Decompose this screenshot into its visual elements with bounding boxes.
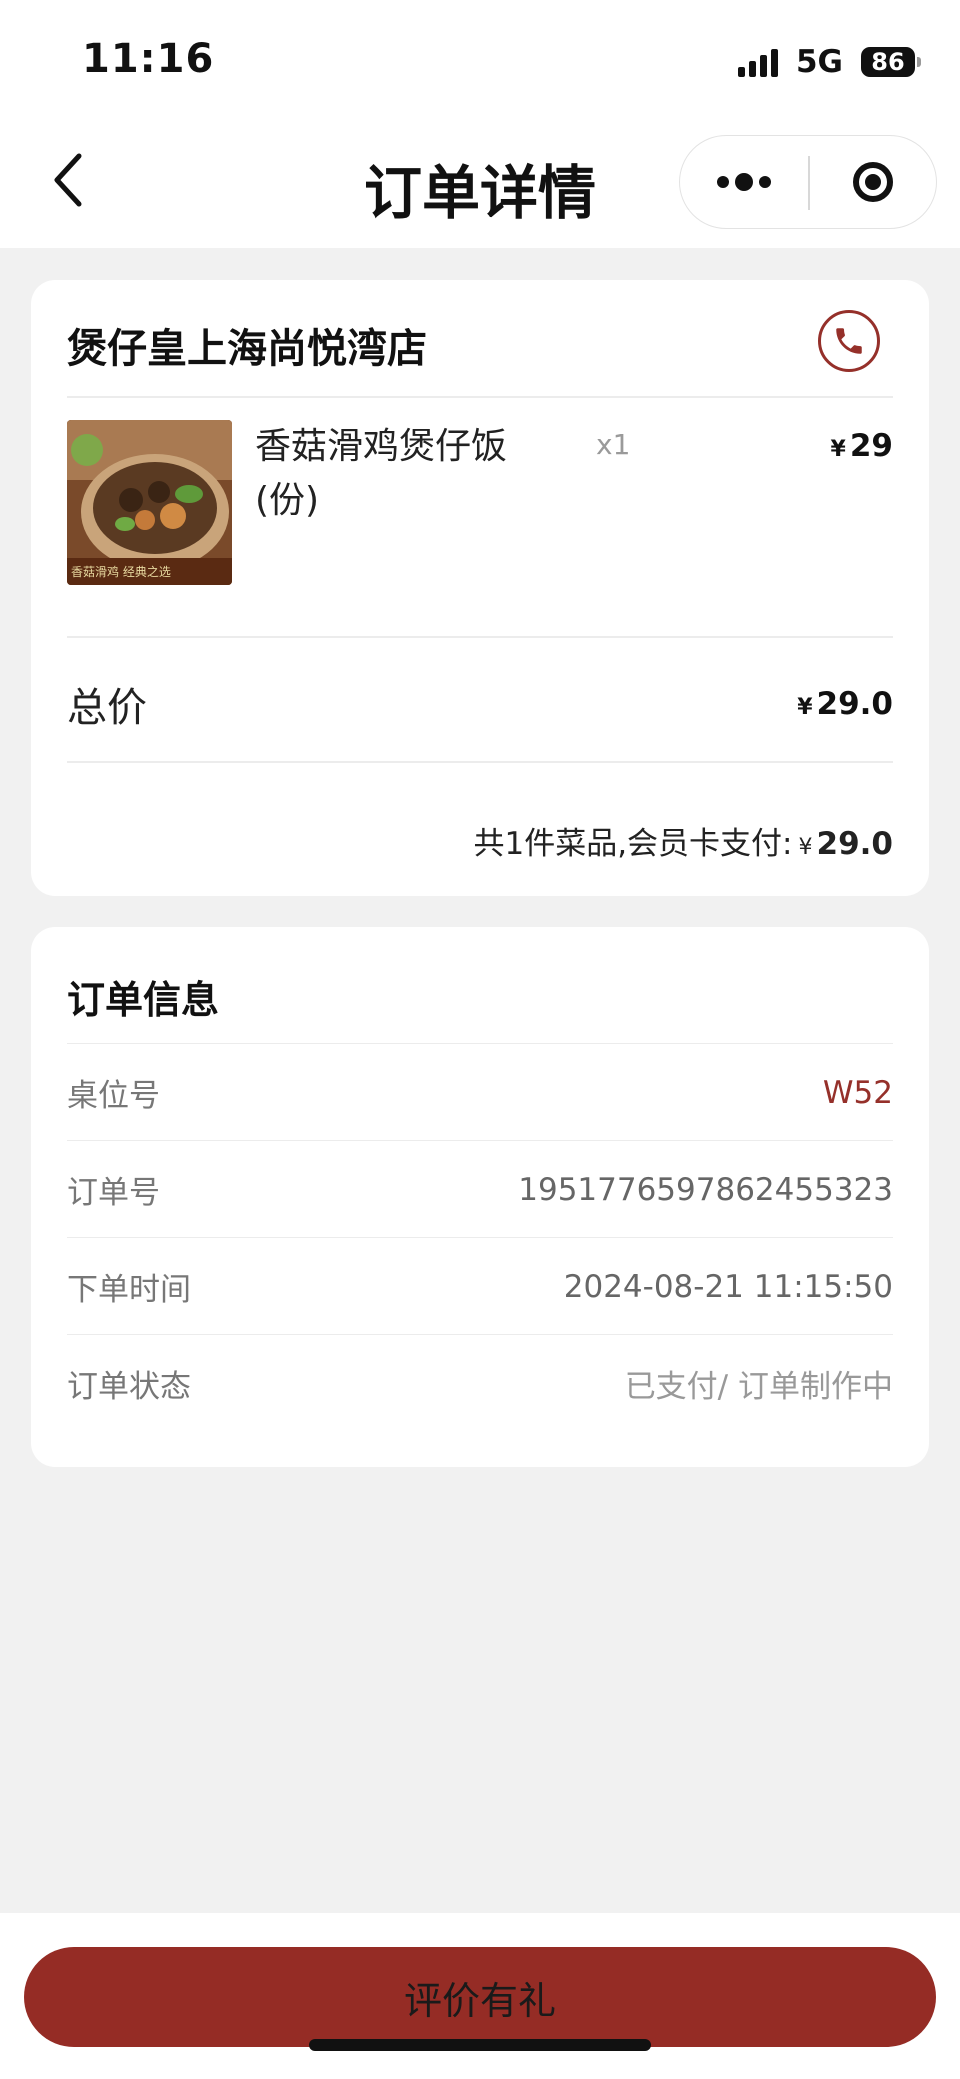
payment-summary: 共1件菜品,会员卡支付: ¥29.0: [473, 818, 893, 863]
status-bar: 11:16 5G 86: [0, 0, 960, 120]
order-time: 2024-08-21 11:15:50: [563, 1268, 893, 1305]
order-status: 已支付/ 订单制作中: [624, 1369, 893, 1405]
dish-price-value: 29: [849, 428, 893, 464]
info-label: 桌位号: [67, 1078, 160, 1114]
order-card: 煲仔皇上海尚悦湾店 香菇滑鸡 经典之选 香菇滑鸡煲仔饭(份) x1 ¥29 总价: [31, 280, 929, 896]
order-info-title: 订单信息: [67, 978, 220, 1022]
close-miniprogram-button[interactable]: [810, 136, 936, 228]
review-button[interactable]: 评价有礼: [24, 1947, 936, 2047]
more-dots-icon-right: [759, 176, 771, 188]
status-indicators: 5G 86: [737, 44, 921, 80]
mini-program-capsule: [679, 135, 937, 229]
call-store-button[interactable]: [818, 310, 880, 372]
bottom-bar: 评价有礼: [0, 1913, 960, 2079]
info-row-table: 桌位号 W52: [67, 1043, 893, 1141]
dish-image-caption: 香菇滑鸡 经典之选: [71, 564, 171, 579]
info-row-order-id: 订单号 1951776597862455323: [67, 1140, 893, 1238]
phone-icon: [836, 328, 862, 354]
info-label: 下单时间: [67, 1272, 191, 1308]
table-number: W52: [822, 1074, 893, 1111]
currency-symbol: ¥: [830, 437, 846, 462]
signal-icon: [737, 47, 778, 77]
total-label: 总价: [67, 685, 147, 731]
store-name: 煲仔皇上海尚悦湾店: [67, 326, 427, 372]
currency-symbol: ¥: [797, 695, 813, 720]
dish-photo: 香菇滑鸡 经典之选: [67, 420, 232, 585]
currency-symbol: ¥: [798, 835, 813, 860]
more-dots-icon: [717, 176, 729, 188]
dish-name: 香菇滑鸡煲仔饭(份): [255, 426, 508, 521]
nav-bar: 订单详情: [0, 120, 960, 248]
info-label: 订单号: [67, 1175, 160, 1211]
divider: [67, 396, 893, 398]
home-indicator[interactable]: [309, 2039, 651, 2051]
info-row-order-time: 下单时间 2024-08-21 11:15:50: [67, 1237, 893, 1335]
dish-image: 香菇滑鸡 经典之选: [67, 420, 232, 585]
order-number: 1951776597862455323: [518, 1171, 893, 1208]
more-button[interactable]: [680, 136, 808, 228]
info-label: 订单状态: [67, 1369, 191, 1405]
order-info-card: 订单信息 桌位号 W52 订单号 1951776597862455323 下单时…: [31, 927, 929, 1467]
status-time: 11:16: [82, 36, 215, 82]
more-dots-icon-center: [735, 173, 753, 191]
battery-icon: 86: [861, 47, 921, 77]
dish-quantity: x1: [596, 428, 631, 461]
network-label: 5G: [795, 44, 843, 80]
dish-price: ¥29: [831, 428, 893, 464]
target-circle-icon: [853, 162, 893, 202]
divider: [67, 636, 893, 638]
total-price-value: 29.0: [816, 686, 894, 722]
divider: [67, 761, 893, 763]
total-price: ¥29.0: [797, 686, 893, 722]
info-row-order-status: 订单状态 已支付/ 订单制作中: [67, 1334, 893, 1432]
payment-amount: 29.0: [816, 826, 894, 862]
payment-summary-text: 共1件菜品,会员卡支付:: [473, 826, 793, 862]
